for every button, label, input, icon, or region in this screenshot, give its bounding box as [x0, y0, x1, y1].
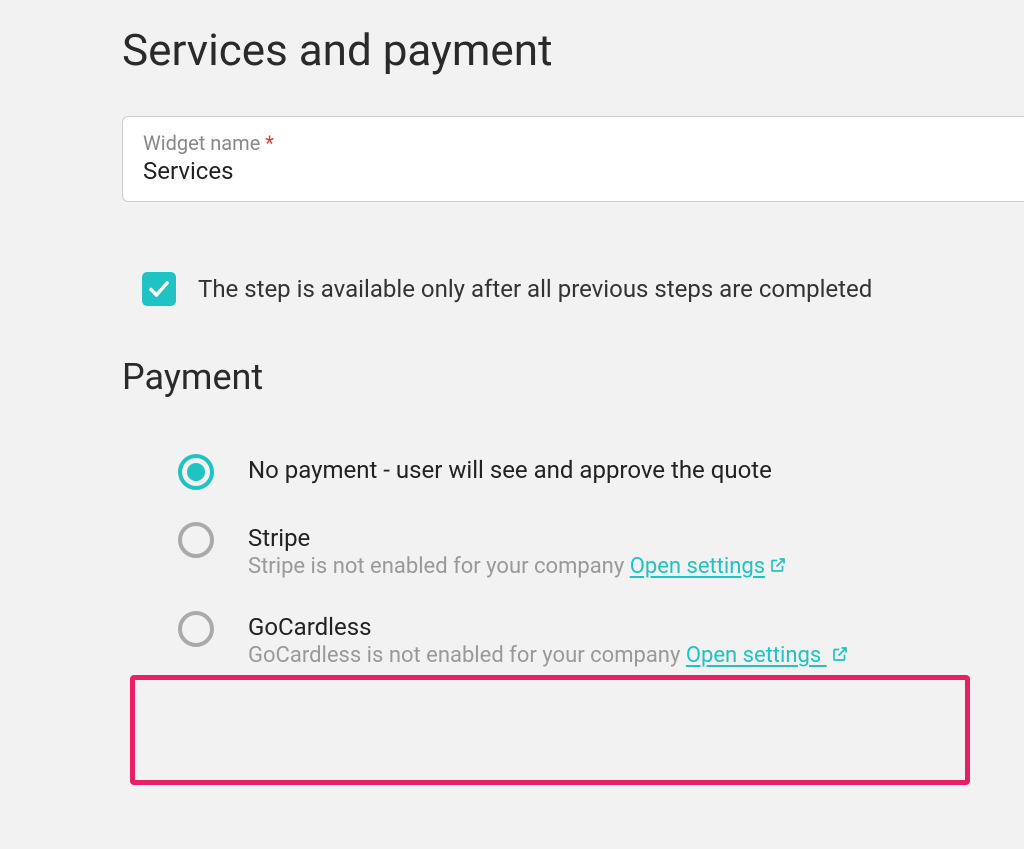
radio-description: Stripe is not enabled for your company O… — [248, 554, 787, 579]
widget-name-label: Widget name * — [143, 131, 1004, 155]
payment-section-title: Payment — [122, 356, 1024, 398]
step-availability-label: The step is available only after all pre… — [198, 275, 872, 303]
payment-option-no-payment[interactable]: No payment - user will see and approve t… — [170, 438, 1024, 506]
radio-label: GoCardless — [248, 613, 849, 641]
radio-label: No payment - user will see and approve t… — [248, 456, 772, 484]
external-link-icon — [769, 556, 787, 574]
radio-description: GoCardless is not enabled for your compa… — [248, 643, 849, 668]
widget-name-field[interactable]: Widget name * — [122, 116, 1024, 202]
payment-option-stripe[interactable]: Stripe Stripe is not enabled for your co… — [170, 506, 1024, 595]
payment-option-gocardless[interactable]: GoCardless GoCardless is not enabled for… — [170, 595, 1024, 684]
payment-options: No payment - user will see and approve t… — [170, 438, 1024, 684]
radio-button[interactable] — [178, 522, 214, 558]
required-indicator: * — [265, 131, 274, 155]
check-icon — [147, 277, 171, 301]
radio-label: Stripe — [248, 524, 787, 552]
highlight-annotation — [130, 675, 970, 785]
page-title: Services and payment — [122, 24, 1024, 76]
widget-name-input[interactable] — [143, 157, 1004, 185]
open-settings-link[interactable]: Open settings — [630, 554, 787, 579]
step-availability-checkbox[interactable] — [142, 272, 176, 306]
external-link-icon — [831, 645, 849, 663]
radio-button[interactable] — [178, 611, 214, 647]
radio-selected-icon — [187, 463, 205, 481]
radio-button[interactable] — [178, 454, 214, 490]
open-settings-link[interactable]: Open settings — [686, 643, 849, 668]
